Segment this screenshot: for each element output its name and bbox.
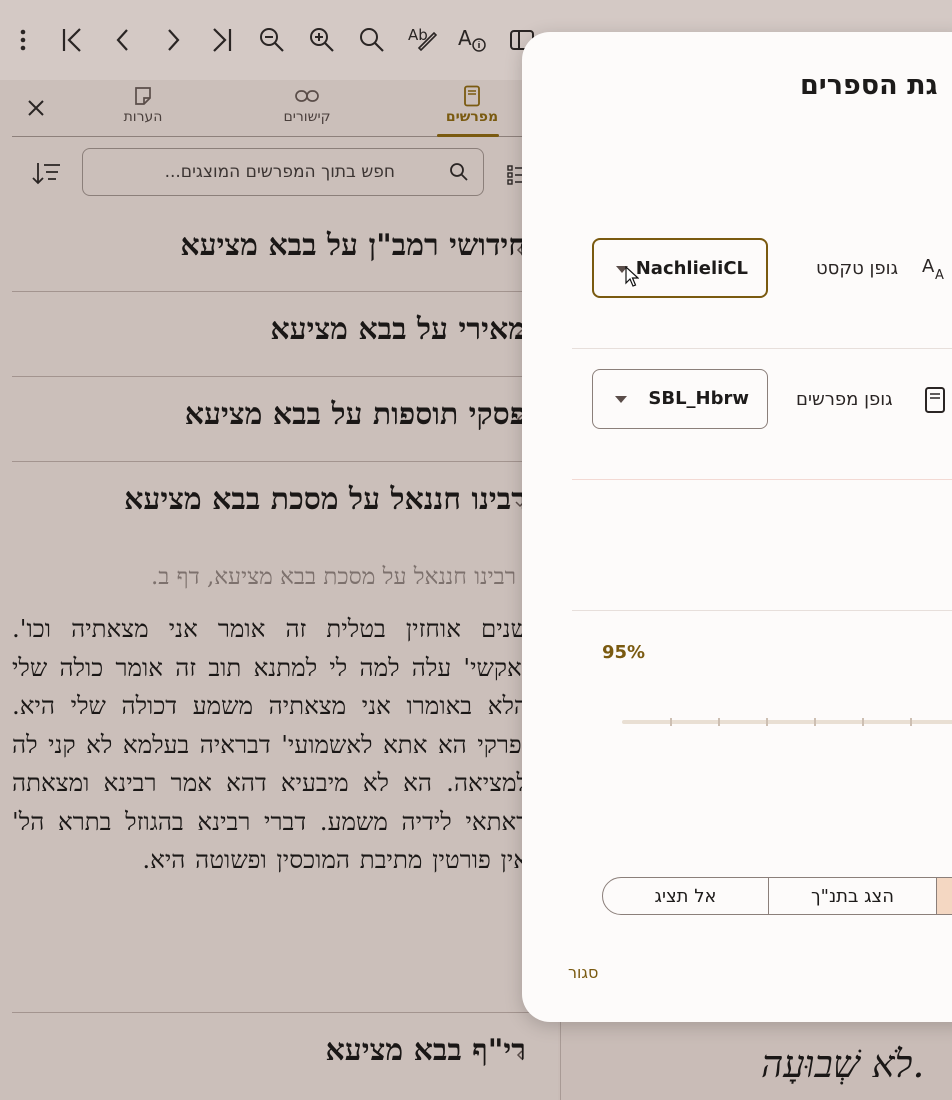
sort-icon[interactable] (30, 157, 62, 189)
commentary-panel: הערות קישורים מפרשים חידושי רמב"ן על (0, 80, 558, 1100)
slider-tick (766, 718, 768, 726)
tab-commentaries[interactable]: מפרשים (422, 80, 522, 138)
commentary-item-piskei-tosafot[interactable]: פסקי תוספות על בבא מציעא (185, 397, 526, 432)
tab-links[interactable]: קישורים (257, 80, 357, 138)
main-text-area: לֹא שְׁבוּעָה. (560, 1020, 952, 1100)
tab-commentaries-label: מפרשים (445, 109, 499, 125)
dont-show-option[interactable]: אל תציג (603, 878, 769, 914)
commentary-search-field[interactable] (82, 148, 484, 196)
commentary-font-label: גופן מפרשים (796, 389, 893, 410)
text-font-dropdown[interactable]: NachlieliCL (592, 238, 768, 298)
divider (12, 291, 558, 292)
spell-check-icon[interactable]: Ab (402, 20, 442, 60)
link-icon (295, 84, 319, 108)
divider (572, 610, 952, 611)
commentary-font-dropdown[interactable]: SBL_Hbrw (592, 369, 768, 429)
font-size-icon: AA (922, 254, 950, 286)
next-icon[interactable] (153, 20, 193, 60)
book-icon (924, 386, 946, 418)
dropdown-arrow-icon (615, 396, 627, 403)
display-settings-dialog: גת הספרים AA גופן טקסט NachlieliCL גופן … (522, 32, 952, 1022)
previous-icon[interactable] (103, 20, 143, 60)
divider (12, 461, 558, 462)
zoom-out-icon[interactable] (252, 20, 292, 60)
close-panel-icon[interactable] (22, 94, 50, 122)
active-tab-indicator (437, 134, 499, 137)
slider-tick (670, 718, 672, 726)
tab-links-label: קישורים (283, 109, 331, 125)
commentary-font-value: SBL_Hbrw (648, 388, 749, 409)
commentary-search-input[interactable] (83, 149, 443, 194)
commentary-reference: רבינו חננאל על מסכת בבא מציעא, דף ב. (150, 564, 516, 590)
commentary-item-rabbeinu-chananel[interactable]: רבינו חננאל על מסכת בבא מציעא (124, 482, 526, 517)
divider (572, 348, 952, 349)
search-icon[interactable] (352, 20, 392, 60)
divider (12, 1012, 558, 1013)
selected-option[interactable] (937, 878, 952, 914)
slider-tick (814, 718, 816, 726)
zoom-in-icon[interactable] (302, 20, 342, 60)
mouse-cursor-icon (625, 265, 640, 292)
font-info-icon[interactable]: A (452, 20, 492, 60)
text-font-label: גופן טקסט (816, 258, 898, 279)
divider (572, 479, 952, 480)
dialog-title: גת הספרים (800, 70, 938, 101)
commentary-text: שנים אוחזין בטלית זה אומר אני מצאתיה וכו… (12, 614, 528, 874)
slider-tick (718, 718, 720, 726)
svg-text:A: A (922, 256, 935, 277)
main-text-line: לֹא שְׁבוּעָה. (761, 1042, 925, 1086)
search-field-icon (449, 162, 469, 186)
last-page-icon[interactable] (202, 20, 242, 60)
tab-notes-label: הערות (123, 109, 163, 125)
slider-tick (910, 718, 912, 726)
close-button[interactable]: סגור (568, 963, 598, 982)
book-icon (463, 84, 481, 108)
tab-notes[interactable]: הערות (93, 80, 193, 138)
first-page-icon[interactable] (52, 20, 92, 60)
svg-text:A: A (935, 268, 944, 282)
commentary-item-meiri[interactable]: מאירי על בבא מציעא (270, 312, 526, 347)
svg-text:A: A (458, 26, 472, 50)
text-font-value: NachlieliCL (635, 258, 748, 279)
note-icon (133, 84, 153, 108)
panel-tabs: הערות קישורים מפרשים (0, 80, 558, 138)
more-options-icon[interactable] (3, 20, 43, 60)
display-mode-segmented-control: אל תציג הצג בתנ"ך (602, 877, 952, 915)
slider-tick (862, 718, 864, 726)
divider (12, 376, 558, 377)
show-in-tanakh-option[interactable]: הצג בתנ"ך (769, 878, 937, 914)
commentary-item-rif[interactable]: רי"ף בבא מציעא (326, 1033, 526, 1068)
zoom-percent-label: 95% (602, 642, 646, 663)
commentary-item-ramban[interactable]: חידושי רמב"ן על בבא מציעא (180, 228, 526, 263)
